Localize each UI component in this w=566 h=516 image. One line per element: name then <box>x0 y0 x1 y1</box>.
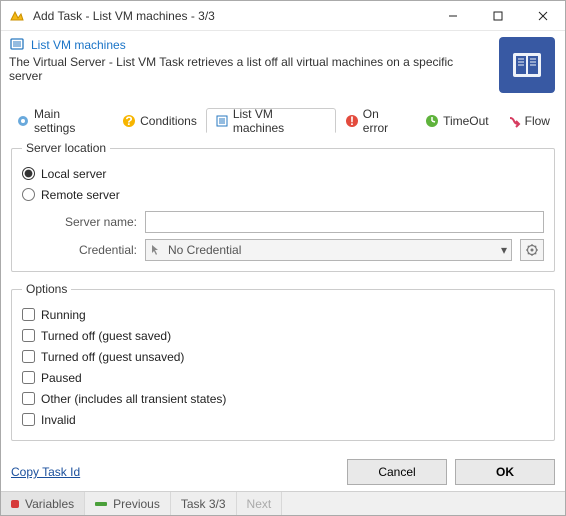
tab-label: Conditions <box>140 114 197 128</box>
question-icon: ? <box>122 114 136 128</box>
green-bar-icon <box>95 502 107 506</box>
header-description: The Virtual Server - List VM Task retrie… <box>9 55 489 83</box>
tab-main-settings[interactable]: Main settings <box>7 108 113 133</box>
local-server-radio[interactable]: Local server <box>22 163 544 184</box>
tab-label: Main settings <box>34 107 104 135</box>
status-next: Next <box>237 492 283 515</box>
credential-value: No Credential <box>168 243 241 257</box>
option-paused-checkbox[interactable] <box>22 371 35 384</box>
gear-icon <box>16 114 30 128</box>
options-legend: Options <box>22 282 71 296</box>
copy-task-id-link[interactable]: Copy Task Id <box>11 465 80 479</box>
ok-button[interactable]: OK <box>455 459 555 485</box>
option-label: Running <box>41 308 86 322</box>
svg-text:!: ! <box>350 114 354 128</box>
dialog-footer: Copy Task Id Cancel OK <box>1 453 565 491</box>
remote-server-radio-input[interactable] <box>22 188 35 201</box>
remote-server-radio[interactable]: Remote server <box>22 184 544 205</box>
option-label: Invalid <box>41 413 76 427</box>
tab-on-error[interactable]: ! On error <box>336 108 416 133</box>
option-invalid-checkbox[interactable] <box>22 413 35 426</box>
tab-bar: Main settings ? Conditions List VM machi… <box>7 107 559 133</box>
credential-select[interactable]: No Credential ▾ <box>145 239 512 261</box>
option-label: Turned off (guest saved) <box>41 329 171 343</box>
status-previous[interactable]: Previous <box>85 492 171 515</box>
pointer-icon <box>150 244 162 256</box>
red-dot-icon <box>11 500 19 508</box>
server-name-label: Server name: <box>52 215 137 229</box>
local-server-label: Local server <box>41 167 106 181</box>
credential-settings-button[interactable] <box>520 239 544 261</box>
tab-label: On error <box>363 107 407 135</box>
tab-flow[interactable]: Flow <box>498 108 559 133</box>
server-location-group: Server location Local server Remote serv… <box>11 141 555 272</box>
option-invalid[interactable]: Invalid <box>22 409 544 430</box>
server-location-legend: Server location <box>22 141 110 155</box>
tab-label: List VM machines <box>233 107 327 135</box>
close-button[interactable] <box>520 1 565 30</box>
cancel-label: Cancel <box>378 465 415 479</box>
tab-content: Server location Local server Remote serv… <box>1 133 565 453</box>
header: List VM machines The Virtual Server - Li… <box>1 31 565 99</box>
status-label: Next <box>247 497 272 511</box>
tab-timeout[interactable]: TimeOut <box>416 108 498 133</box>
status-bar: Variables Previous Task 3/3 Next <box>1 491 565 515</box>
credential-label: Credential: <box>52 243 137 257</box>
status-task: Task 3/3 <box>171 492 237 515</box>
minimize-button[interactable] <box>430 1 475 30</box>
option-paused[interactable]: Paused <box>22 367 544 388</box>
window-title: Add Task - List VM machines - 3/3 <box>33 9 430 23</box>
app-icon <box>7 6 27 26</box>
maximize-button[interactable] <box>475 1 520 30</box>
header-icon <box>9 37 25 53</box>
status-label: Variables <box>25 497 74 511</box>
option-turned-off-unsaved[interactable]: Turned off (guest unsaved) <box>22 346 544 367</box>
header-title: List VM machines <box>31 38 126 52</box>
error-icon: ! <box>345 114 359 128</box>
clock-icon <box>425 114 439 128</box>
option-label: Turned off (guest unsaved) <box>41 350 184 364</box>
ok-label: OK <box>496 465 514 479</box>
option-turned-off-saved[interactable]: Turned off (guest saved) <box>22 325 544 346</box>
tab-label: Flow <box>525 114 550 128</box>
flow-icon <box>507 114 521 128</box>
option-running-checkbox[interactable] <box>22 308 35 321</box>
option-turned-off-saved-checkbox[interactable] <box>22 329 35 342</box>
tab-conditions[interactable]: ? Conditions <box>113 108 206 133</box>
server-name-input[interactable] <box>145 211 544 233</box>
header-badge-icon <box>499 37 555 93</box>
chevron-down-icon: ▾ <box>501 243 507 257</box>
local-server-radio-input[interactable] <box>22 167 35 180</box>
status-label: Task 3/3 <box>181 497 226 511</box>
options-group: Options Running Turned off (guest saved)… <box>11 282 555 441</box>
tab-list-vm-machines[interactable]: List VM machines <box>206 108 336 133</box>
titlebar: Add Task - List VM machines - 3/3 <box>1 1 565 31</box>
tab-label: TimeOut <box>443 114 489 128</box>
svg-text:?: ? <box>125 114 132 128</box>
option-label: Other (includes all transient states) <box>41 392 226 406</box>
status-label: Previous <box>113 497 160 511</box>
option-other[interactable]: Other (includes all transient states) <box>22 388 544 409</box>
option-label: Paused <box>41 371 82 385</box>
option-turned-off-unsaved-checkbox[interactable] <box>22 350 35 363</box>
cancel-button[interactable]: Cancel <box>347 459 447 485</box>
status-variables[interactable]: Variables <box>1 492 85 515</box>
list-icon <box>215 114 229 128</box>
remote-server-label: Remote server <box>41 188 120 202</box>
option-other-checkbox[interactable] <box>22 392 35 405</box>
option-running[interactable]: Running <box>22 304 544 325</box>
